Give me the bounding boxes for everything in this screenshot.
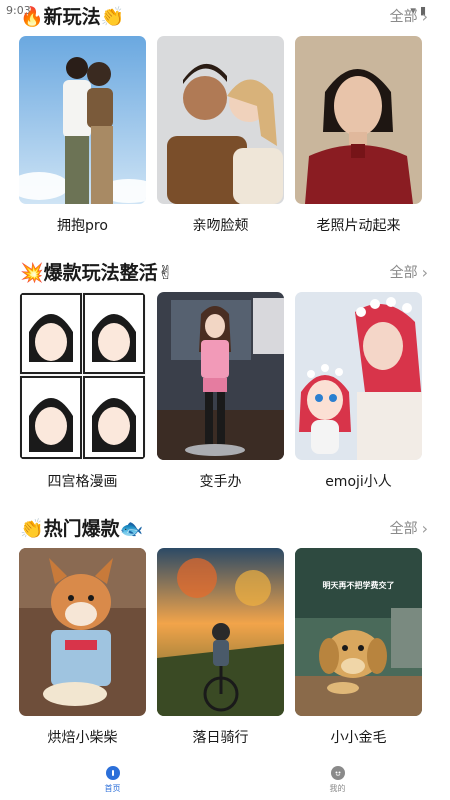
template-card[interactable]: 四宫格漫画 [19, 292, 146, 491]
see-all-label: 全部 [389, 265, 418, 281]
card-label: 老照片动起来 [316, 218, 401, 234]
card-label: 落日骑行 [192, 730, 249, 746]
profile-icon [330, 766, 345, 780]
tab-home[interactable]: 首页 [0, 760, 225, 800]
tab-profile[interactable]: 我的 [225, 760, 450, 800]
section-hot: 👏热门爆款🐟 全部 › 烘焙小柴柴 落日骑行 明天再不把学费交了 小小金毛 [0, 512, 450, 746]
template-card[interactable]: 亲吻脸颊 [157, 36, 284, 235]
template-card[interactable]: 变手办 [157, 292, 284, 491]
card-thumbnail [19, 548, 146, 716]
chevron-right-icon: › [421, 262, 428, 282]
section-new-play: 🔥新玩法👏 全部 › 拥抱pro 亲吻脸颊 老照片动起来 [0, 0, 450, 234]
card-label: 烘焙小柴柴 [47, 730, 118, 746]
card-row: 烘焙小柴柴 落日骑行 明天再不把学费交了 小小金毛 [19, 548, 422, 747]
tab-label: 我的 [329, 784, 346, 793]
card-row: 拥抱pro 亲吻脸颊 老照片动起来 [19, 36, 422, 235]
card-thumbnail [19, 292, 146, 460]
template-card[interactable]: 拥抱pro [19, 36, 146, 235]
card-thumbnail [295, 36, 422, 204]
home-icon [105, 766, 120, 780]
card-label: emoji小人 [325, 474, 392, 490]
card-thumbnail [157, 36, 284, 204]
section-header: 👏热门爆款🐟 全部 › [0, 512, 450, 544]
see-all-button[interactable]: 全部 › [390, 262, 428, 282]
template-card[interactable]: 明天再不把学费交了 小小金毛 [295, 548, 422, 747]
see-all-label: 全部 [389, 521, 418, 537]
thumbnail-caption: 明天再不把学费交了 [322, 581, 395, 590]
card-thumbnail: 明天再不把学费交了 [295, 548, 422, 716]
chevron-right-icon: › [421, 518, 428, 538]
card-thumbnail [295, 292, 422, 460]
card-label: 小小金毛 [330, 730, 387, 746]
see-all-button[interactable]: 全部 › [390, 518, 428, 538]
section-title: 🔥新玩法👏 [20, 6, 125, 28]
card-label: 变手办 [199, 474, 242, 490]
bottom-tab-bar: 首页 我的 [0, 760, 450, 800]
chevron-right-icon: › [421, 6, 428, 26]
card-label: 四宫格漫画 [47, 474, 118, 490]
card-row: 四宫格漫画 变手办 emoji小人 [19, 292, 422, 491]
card-label: 拥抱pro [57, 218, 108, 234]
card-thumbnail [19, 36, 146, 204]
card-thumbnail [157, 548, 284, 716]
section-viral-play: 💥爆款玩法整活✌ 全部 › 四宫格漫画 变手办 emoji小人 [0, 256, 450, 490]
section-title: 👏热门爆款🐟 [20, 518, 144, 540]
template-card[interactable]: 落日骑行 [157, 548, 284, 747]
section-title: 💥爆款玩法整活✌ [20, 262, 174, 284]
see-all-button[interactable]: 全部 › [390, 6, 428, 26]
card-label: 亲吻脸颊 [192, 218, 249, 234]
section-header: 💥爆款玩法整活✌ 全部 › [0, 256, 450, 288]
section-header: 🔥新玩法👏 全部 › [0, 0, 450, 32]
template-card[interactable]: emoji小人 [295, 292, 422, 491]
card-thumbnail [157, 292, 284, 460]
template-card[interactable]: 老照片动起来 [295, 36, 422, 235]
template-card[interactable]: 烘焙小柴柴 [19, 548, 146, 747]
tab-label: 首页 [104, 784, 121, 793]
see-all-label: 全部 [389, 9, 418, 25]
